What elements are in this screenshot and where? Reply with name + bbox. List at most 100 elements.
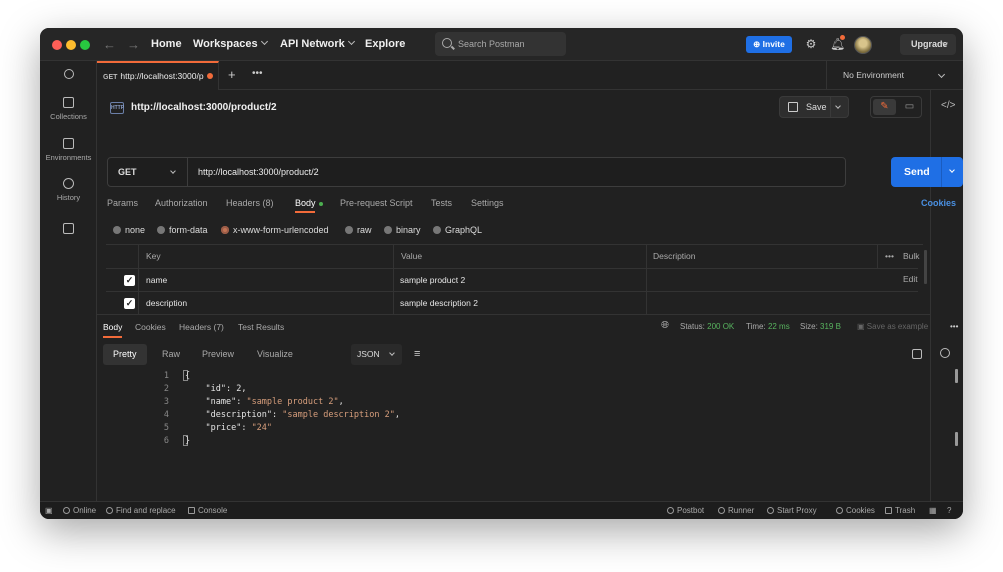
runner-button[interactable]: Runner bbox=[718, 506, 754, 515]
radio-binary[interactable]: binary bbox=[384, 225, 421, 235]
maximize-window-button[interactable] bbox=[80, 40, 90, 50]
row-checkbox[interactable]: ✓ bbox=[124, 275, 135, 286]
radio-graphql[interactable]: GraphQL bbox=[433, 225, 482, 235]
unsaved-dot bbox=[206, 73, 213, 79]
format-visualize[interactable]: Visualize bbox=[247, 344, 303, 365]
sidebar-user-icon[interactable] bbox=[40, 69, 97, 79]
tab-authorization[interactable]: Authorization bbox=[155, 198, 208, 208]
radio-x-www-form-urlencoded[interactable]: x-www-form-urlencoded bbox=[221, 225, 329, 235]
sidebar-item-collections[interactable]: Collections bbox=[40, 97, 97, 121]
request-title[interactable]: http://localhost:3000/product/2 bbox=[131, 102, 277, 113]
chevron-down-icon bbox=[937, 70, 946, 79]
param-key[interactable]: description bbox=[146, 292, 187, 315]
cookies-link[interactable]: Cookies bbox=[921, 198, 956, 208]
sidebar-item-label: Environments bbox=[45, 153, 92, 162]
response-tab-cookies[interactable]: Cookies bbox=[135, 322, 166, 332]
menu-home[interactable]: Home bbox=[151, 38, 182, 50]
sidebar-configure-button[interactable] bbox=[40, 223, 97, 238]
close-window-button[interactable] bbox=[52, 40, 62, 50]
gear-icon[interactable]: ⚙ bbox=[804, 37, 818, 51]
url-input[interactable]: http://localhost:3000/product/2 bbox=[198, 158, 319, 186]
search-icon bbox=[106, 507, 113, 514]
online-status[interactable]: Online bbox=[63, 506, 96, 515]
search-icon[interactable] bbox=[940, 348, 950, 358]
response-tab-body[interactable]: Body bbox=[103, 322, 123, 338]
menu-api-network[interactable]: API Network bbox=[280, 37, 355, 50]
response-divider[interactable] bbox=[97, 314, 930, 315]
more-options-icon[interactable]: ••• bbox=[885, 245, 894, 268]
format-raw[interactable]: Raw bbox=[152, 344, 190, 365]
method-select[interactable]: GET bbox=[108, 158, 188, 186]
row-checkbox[interactable]: ✓ bbox=[124, 298, 135, 309]
menu-workspaces[interactable]: Workspaces bbox=[193, 37, 268, 50]
start-proxy-button[interactable]: Start Proxy bbox=[767, 506, 817, 515]
sidebar-item-history[interactable]: History bbox=[40, 178, 97, 202]
environment-selector[interactable]: No Environment bbox=[826, 61, 963, 90]
save-as-example-button[interactable]: ▣ Save as example bbox=[857, 322, 928, 331]
chevron-down-icon bbox=[949, 167, 955, 173]
menu-explore[interactable]: Explore bbox=[365, 38, 405, 50]
language-select[interactable]: JSON bbox=[351, 344, 402, 365]
copy-icon[interactable] bbox=[912, 349, 922, 359]
minimize-window-button[interactable] bbox=[66, 40, 76, 50]
code-line: { bbox=[185, 371, 191, 381]
help-icon[interactable]: ? bbox=[947, 506, 951, 515]
find-replace-button[interactable]: Find and replace bbox=[106, 506, 176, 515]
table-scrollbar[interactable] bbox=[924, 250, 927, 284]
globe-icon[interactable]: 🌐︎ bbox=[661, 320, 669, 331]
back-arrow-icon[interactable]: ← bbox=[103, 37, 116, 52]
param-value[interactable]: sample product 2 bbox=[400, 269, 465, 292]
more-options-icon[interactable]: ••• bbox=[950, 322, 958, 331]
tab-params[interactable]: Params bbox=[107, 198, 138, 208]
body-params-table: Key Value Description ••• Bulk Edit ✓ na… bbox=[106, 244, 927, 315]
more-tabs-icon[interactable]: ••• bbox=[252, 68, 263, 79]
tab-pre-request-script[interactable]: Pre-request Script bbox=[340, 198, 413, 208]
new-tab-icon[interactable]: + bbox=[228, 67, 236, 82]
sidebar-item-environments[interactable]: Environments bbox=[40, 138, 97, 162]
format-preview[interactable]: Preview bbox=[192, 344, 244, 365]
param-key[interactable]: name bbox=[146, 269, 167, 292]
table-row: ✓ name sample product 2 bbox=[106, 268, 918, 291]
forward-arrow-icon[interactable]: → bbox=[127, 37, 140, 52]
postbot-button[interactable]: Postbot bbox=[667, 506, 704, 515]
upgrade-button[interactable]: Upgrade bbox=[900, 34, 956, 55]
bulk-edit-link[interactable]: Bulk Edit bbox=[903, 245, 923, 284]
cookies-button[interactable]: Cookies bbox=[836, 506, 875, 515]
radio-none[interactable]: none bbox=[113, 225, 145, 235]
response-tab-headers[interactable]: Headers (7) bbox=[179, 322, 224, 332]
param-value[interactable]: sample description 2 bbox=[400, 292, 478, 315]
send-button[interactable]: Send bbox=[891, 157, 963, 187]
column-header-value: Value bbox=[401, 251, 423, 261]
format-pretty[interactable]: Pretty bbox=[103, 344, 147, 365]
status-bar: ▣ Online Find and replace Console Postbo… bbox=[40, 501, 963, 519]
toggle-sidebar-icon[interactable]: ▣ bbox=[45, 506, 53, 515]
wrap-lines-icon[interactable]: ≡ bbox=[414, 348, 420, 360]
search-input[interactable]: Search Postman bbox=[435, 32, 566, 56]
response-body-editor[interactable]: 1 { 2 "id": 2, 3 "name": "sample product… bbox=[97, 369, 958, 449]
code-line: "name": "sample product 2", bbox=[205, 397, 344, 407]
layout-icon[interactable]: ▦ bbox=[929, 506, 937, 515]
radio-form-data[interactable]: form-data bbox=[157, 225, 208, 235]
tab-settings[interactable]: Settings bbox=[471, 198, 504, 208]
status-value: 200 OK bbox=[707, 322, 735, 331]
tab-headers[interactable]: Headers (8) bbox=[226, 198, 274, 208]
console-button[interactable]: Console bbox=[188, 506, 227, 515]
code-icon[interactable]: </> bbox=[941, 100, 955, 111]
editor-scrollbar-bottom[interactable] bbox=[955, 432, 958, 446]
right-sidebar: </> bbox=[930, 90, 963, 501]
invite-button[interactable]: ⊕ Invite bbox=[746, 36, 792, 53]
avatar[interactable] bbox=[854, 36, 872, 54]
response-tab-test-results[interactable]: Test Results bbox=[238, 322, 284, 332]
radio-raw[interactable]: raw bbox=[345, 225, 372, 235]
trash-button[interactable]: Trash bbox=[885, 506, 915, 515]
tab-body[interactable]: Body bbox=[295, 198, 323, 213]
tab-request[interactable]: GET http://localhost:3000/p bbox=[97, 61, 219, 90]
comment-icon[interactable]: ▭ bbox=[898, 99, 921, 115]
pencil-icon[interactable]: ✎ bbox=[873, 99, 896, 115]
console-icon bbox=[188, 507, 195, 514]
tab-tests[interactable]: Tests bbox=[431, 198, 452, 208]
save-button[interactable]: Save bbox=[779, 96, 831, 118]
status-dot bbox=[318, 201, 323, 206]
editor-scrollbar-top[interactable] bbox=[955, 369, 958, 383]
save-options-button[interactable] bbox=[831, 96, 849, 118]
